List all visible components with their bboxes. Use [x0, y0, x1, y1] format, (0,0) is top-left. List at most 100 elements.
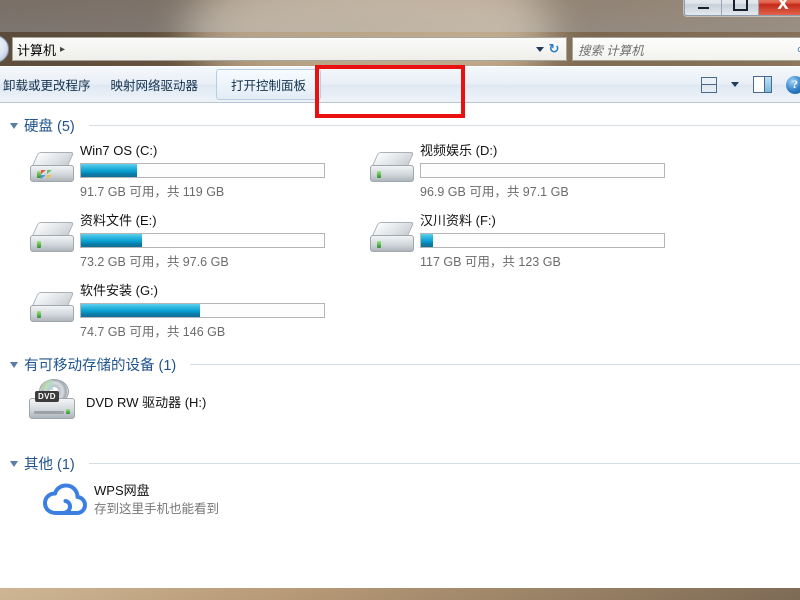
drive-icon-wrapper: DVD — [24, 377, 80, 419]
drive-capacity-fill — [421, 234, 434, 247]
drive-grid: Win7 OS (C:) 91.7 GB 可用，共 119 GB 视频娱乐 (D:)… — [2, 138, 800, 348]
hdd-icon — [29, 292, 75, 322]
collapse-triangle-icon[interactable] — [10, 122, 18, 129]
collapse-triangle-icon[interactable] — [10, 361, 18, 368]
drive-item[interactable]: 资料文件 (E:) 73.2 GB 可用，共 97.6 GB — [24, 208, 364, 275]
address-bar[interactable]: 计算机 ▸ ↻ — [12, 37, 567, 61]
change-view-dropdown[interactable] — [731, 82, 739, 87]
drive-item[interactable]: 汉川资料 (F:) 117 GB 可用，共 123 GB — [364, 208, 704, 275]
dvd-label: DVD — [35, 391, 59, 402]
chevron-down-icon — [536, 46, 544, 52]
change-view-button[interactable] — [701, 76, 717, 93]
preview-pane-button[interactable] — [753, 76, 772, 93]
item-text: WPS网盘存到这里手机也能看到 — [94, 482, 219, 518]
group-header[interactable]: 硬盘 (5) — [10, 115, 800, 136]
drive-grid: DVD DVD RW 驱动器 (H:) — [2, 377, 800, 447]
title-bar[interactable]: X — [0, 0, 800, 32]
hdd-windows-icon — [29, 152, 75, 182]
drive-item[interactable]: 视频娱乐 (D:) 96.9 GB 可用，共 97.1 GB — [364, 138, 704, 205]
item-icon — [36, 483, 94, 517]
drive-text-wrapper: Win7 OS (C:) 91.7 GB 可用，共 119 GB — [80, 138, 325, 200]
group-header[interactable]: 其他 (1) — [10, 453, 800, 474]
close-icon: X — [777, 0, 789, 13]
hdd-icon — [369, 152, 415, 182]
minimize-button[interactable] — [685, 0, 722, 15]
item-title: WPS网盘 — [94, 483, 150, 498]
toolbar-item-map-network-drive[interactable]: 映射网络驱动器 — [101, 71, 209, 98]
search-input[interactable]: 搜索 计算机 ⌕ — [572, 37, 800, 61]
address-history-dropdown[interactable] — [536, 38, 544, 60]
window-controls: X — [684, 0, 800, 16]
drive-led-icon — [37, 311, 41, 318]
search-placeholder: 搜索 计算机 — [578, 43, 644, 58]
drive-capacity-text: 74.7 GB 可用，共 146 GB — [80, 325, 226, 339]
drive-text-wrapper: 资料文件 (E:) 73.2 GB 可用，共 97.6 GB — [80, 208, 325, 270]
breadcrumb-separator-icon: ▸ — [60, 43, 66, 55]
drive-icon-wrapper — [364, 208, 420, 252]
drive-icon-wrapper — [24, 208, 80, 252]
explorer-window: X ◀ ▶ 计算机 ▸ ↻ 搜索 计算机 — [0, 0, 800, 600]
drive-item[interactable]: DVD DVD RW 驱动器 (H:) — [24, 377, 364, 444]
list-item[interactable]: WPS网盘存到这里手机也能看到 — [2, 482, 800, 518]
toolbar-item-uninstall-or-change-program[interactable]: 卸载或更改程序 — [0, 71, 101, 98]
drive-text-wrapper: 汉川资料 (F:) 117 GB 可用，共 123 GB — [420, 208, 665, 270]
forward-button[interactable]: ▶ — [0, 35, 9, 63]
drive-name: 汉川资料 (F:) — [420, 213, 496, 228]
refresh-button[interactable]: ↻ — [544, 38, 564, 60]
items-view: 硬盘 (5) Win7 OS (C:) 91.7 GB 可用，共 119 GB 视频娱… — [0, 103, 800, 518]
drive-capacity-text: 96.9 GB 可用，共 97.1 GB — [420, 185, 569, 199]
drive-icon-wrapper — [24, 278, 80, 322]
drive-icon-wrapper — [364, 138, 420, 182]
refresh-icon: ↻ — [548, 41, 560, 56]
drive-name: DVD RW 驱动器 (H:) — [86, 395, 207, 410]
drive-text-wrapper: DVD RW 驱动器 (H:) — [80, 377, 206, 425]
drive-text-wrapper: 软件安装 (G:) 74.7 GB 可用，共 146 GB — [80, 278, 325, 340]
maximize-icon — [732, 0, 748, 11]
help-button[interactable]: ? — [786, 75, 800, 94]
drive-led-icon — [37, 241, 41, 248]
address-row: ◀ ▶ 计算机 ▸ ↻ 搜索 计算机 ⌕ — [0, 32, 800, 66]
open-control-panel-button[interactable]: 打开控制面板 — [216, 69, 322, 100]
drive-capacity-text: 73.2 GB 可用，共 97.6 GB — [80, 255, 229, 269]
group-title: 有可移动存储的设备 (1) — [24, 358, 177, 374]
view-options-icon — [701, 76, 717, 93]
drive-capacity-text: 91.7 GB 可用，共 119 GB — [80, 185, 225, 199]
drive-item[interactable]: 软件安装 (G:) 74.7 GB 可用，共 146 GB — [24, 278, 364, 345]
chevron-down-icon — [731, 82, 739, 87]
drive-name: Win7 OS (C:) — [80, 143, 158, 158]
drive-icon-wrapper — [24, 138, 80, 182]
drive-led-icon — [37, 171, 41, 178]
drive-capacity-bar — [80, 233, 325, 248]
drive-name: 软件安装 (G:) — [80, 283, 158, 298]
hdd-icon — [369, 222, 415, 252]
windows-logo-icon — [41, 170, 52, 179]
drive-capacity-fill — [81, 234, 142, 247]
close-button[interactable]: X — [759, 0, 800, 15]
hdd-icon — [29, 222, 75, 252]
drive-item[interactable]: Win7 OS (C:) 91.7 GB 可用，共 119 GB — [24, 138, 364, 205]
group-header[interactable]: 有可移动存储的设备 (1) — [10, 354, 800, 375]
minimize-icon — [697, 6, 709, 9]
group-divider — [190, 364, 800, 365]
drive-capacity-bar — [420, 163, 665, 178]
drive-capacity-fill — [81, 304, 201, 317]
item-subtitle: 存到这里手机也能看到 — [94, 502, 220, 516]
collapse-triangle-icon[interactable] — [10, 460, 18, 467]
breadcrumb-computer[interactable]: 计算机 — [17, 40, 56, 59]
drive-led-icon — [377, 241, 381, 248]
drive-capacity-fill — [81, 164, 137, 177]
drive-capacity-bar — [80, 303, 325, 318]
group-divider — [88, 463, 800, 464]
drive-capacity-bar — [80, 163, 325, 178]
group-title: 硬盘 (5) — [24, 119, 75, 135]
toolbar: 属性 卸载或更改程序 映射网络驱动器 打开控制面板 — [0, 66, 800, 103]
group-title: 其他 (1) — [24, 457, 75, 473]
drive-capacity-text: 117 GB 可用，共 123 GB — [420, 255, 561, 269]
drive-led-icon — [377, 171, 381, 178]
toolbar-right-group: ? — [701, 75, 800, 94]
drive-name: 资料文件 (E:) — [80, 213, 157, 228]
drive-name: 视频娱乐 (D:) — [420, 143, 498, 158]
dvd-drive-icon: DVD — [29, 379, 75, 419]
maximize-button[interactable] — [722, 0, 759, 15]
screen: X ◀ ▶ 计算机 ▸ ↻ 搜索 计算机 — [0, 0, 800, 600]
